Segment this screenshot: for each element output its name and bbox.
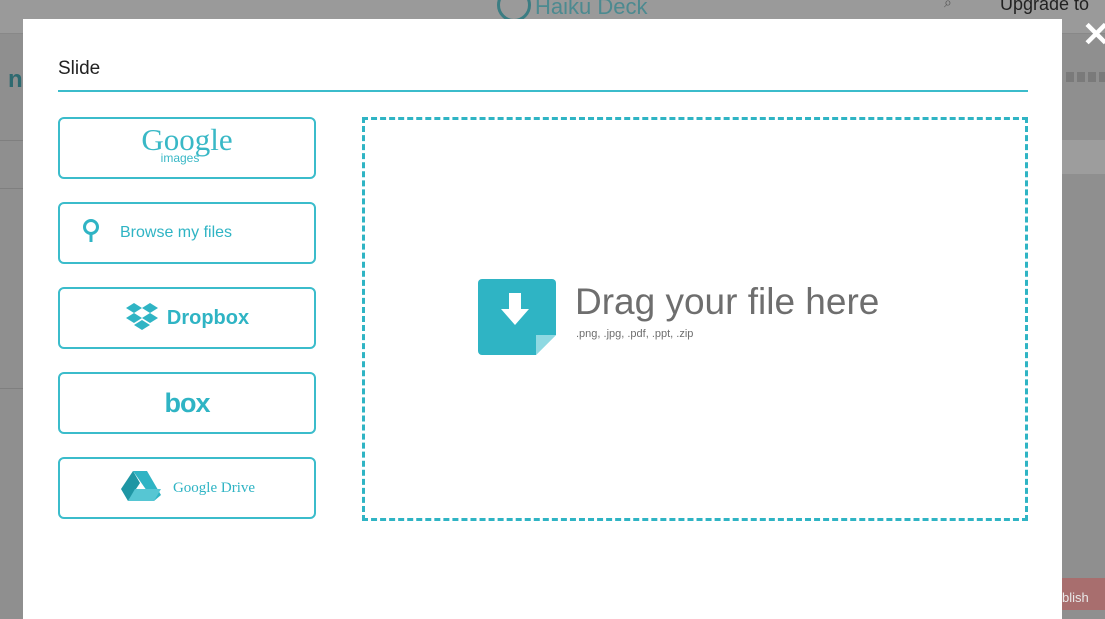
background-title-fragment: n [8, 66, 23, 93]
publish-button: blish [1062, 578, 1105, 610]
background-toolbar [1066, 72, 1105, 82]
google-drive-label: Google Drive [172, 479, 256, 496]
close-icon[interactable]: ✕ [1082, 18, 1105, 52]
upgrade-link: Upgrade to [1000, 0, 1090, 14]
dropbox-label: Dropbox [166, 306, 250, 329]
browse-files-label: Browse my files [120, 224, 233, 241]
image-source-modal: Slide Google images Browse my files Drop… [23, 19, 1062, 619]
google-drive-button[interactable]: Google Drive [58, 457, 316, 519]
google-images-button[interactable]: Google images [58, 117, 316, 179]
browse-files-button[interactable]: Browse my files [58, 202, 316, 264]
background-divider [0, 388, 23, 389]
box-button[interactable]: box [58, 372, 316, 434]
title-divider [58, 90, 1028, 92]
google-images-logo: Google [141, 122, 233, 157]
search-icon: ⌕ [944, 0, 952, 10]
dropzone-heading: Drag your file here [575, 281, 880, 322]
background-divider [0, 188, 23, 189]
background-divider [0, 140, 23, 141]
google-images-sublabel: images [160, 151, 200, 165]
download-file-icon [478, 279, 558, 360]
box-logo: box [164, 387, 210, 418]
dropzone-file-types: .png, .jpg, .pdf, .ppt, .zip [576, 328, 694, 340]
background-strip [1062, 140, 1105, 174]
app-logo-text: Haiku Deck [535, 0, 648, 19]
modal-title: Slide [58, 58, 101, 79]
dropbox-button[interactable]: Dropbox [58, 287, 316, 349]
dropbox-icon [125, 301, 159, 336]
search-icon [82, 218, 102, 249]
file-dropzone[interactable]: Drag your file here .png, .jpg, .pdf, .p… [362, 117, 1028, 521]
google-drive-icon [119, 469, 163, 508]
